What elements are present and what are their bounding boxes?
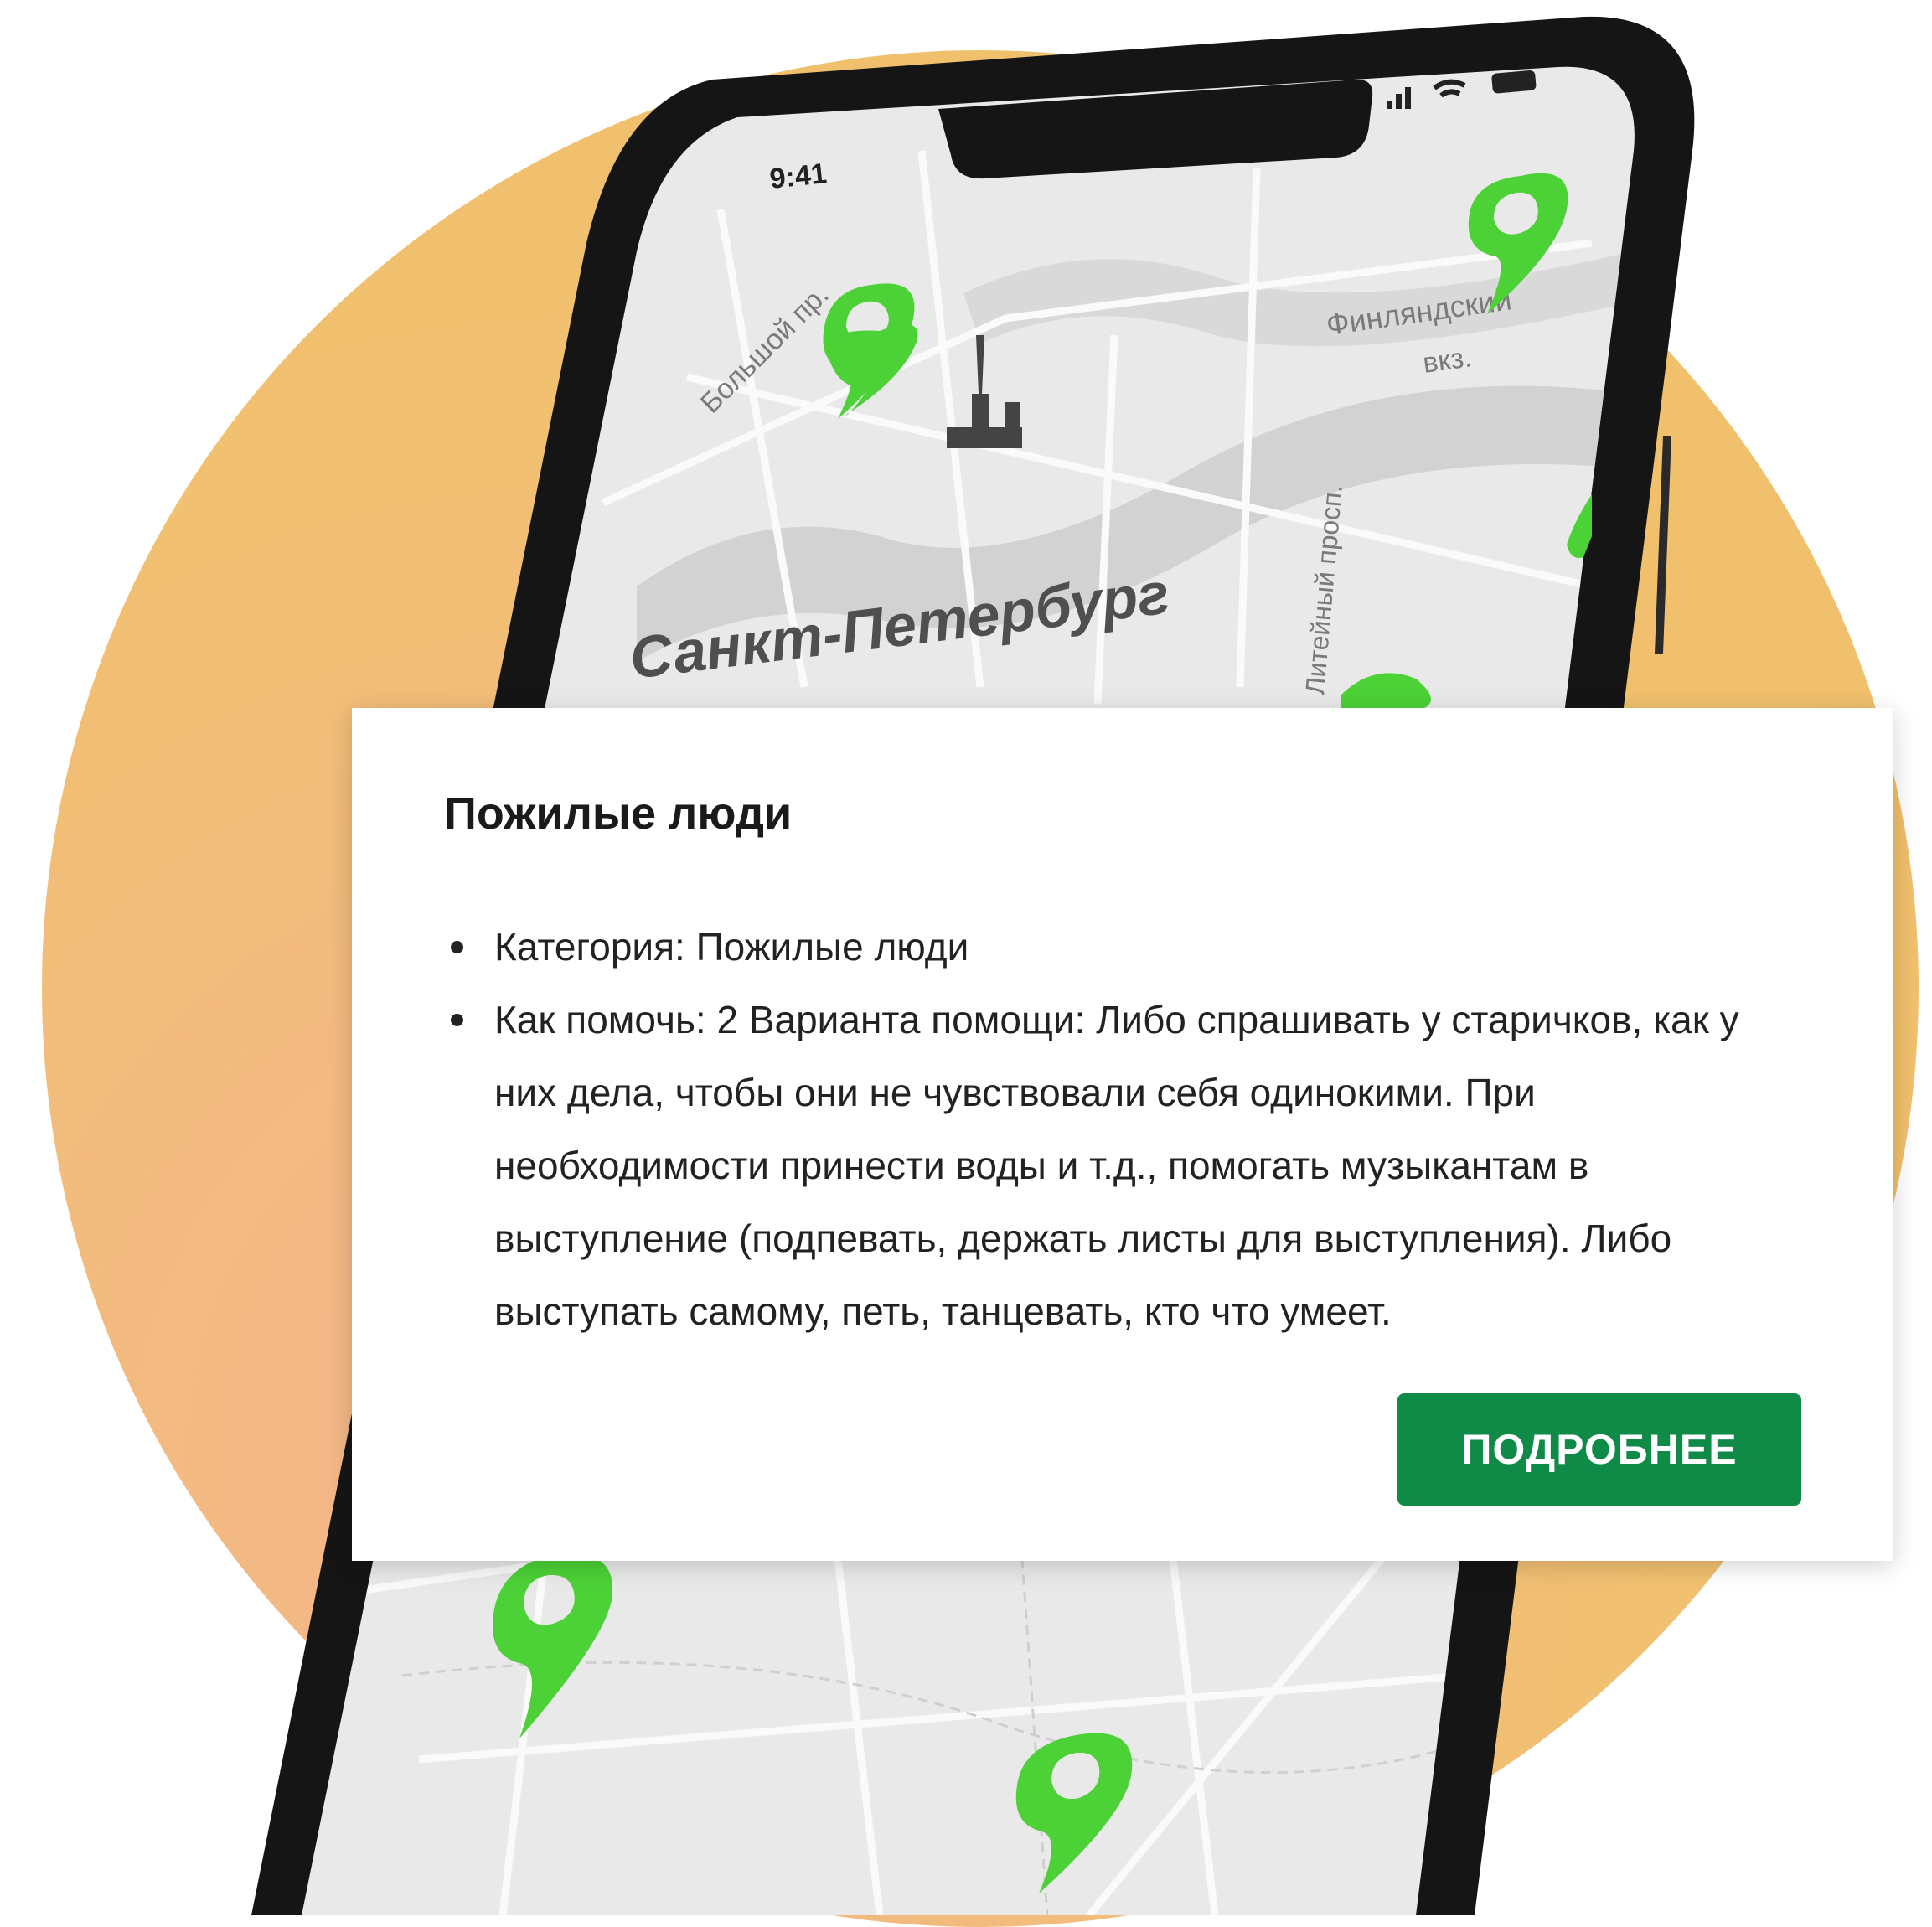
more-button[interactable]: ПОДРОБНЕЕ (1397, 1393, 1801, 1506)
map-label-finland-2: вкз. (1421, 341, 1474, 380)
how-to-help-text: Как помочь: 2 Варианта помощи: Либо спра… (494, 998, 1739, 1333)
card-details-list: Категория: Пожилые люди Как помочь: 2 Ва… (444, 911, 1801, 1348)
list-item: Как помочь: 2 Варианта помощи: Либо спра… (444, 984, 1801, 1348)
list-item: Категория: Пожилые люди (444, 911, 1801, 984)
bullet-icon (451, 1014, 463, 1026)
info-card: Пожилые люди Категория: Пожилые люди Как… (352, 708, 1893, 1561)
battery-icon (1491, 70, 1537, 94)
card-title: Пожилые люди (444, 788, 793, 839)
status-time: 9:41 (768, 158, 829, 195)
phone-side-button (1655, 436, 1671, 654)
category-text: Категория: Пожилые люди (494, 925, 969, 969)
bullet-icon (451, 941, 463, 953)
